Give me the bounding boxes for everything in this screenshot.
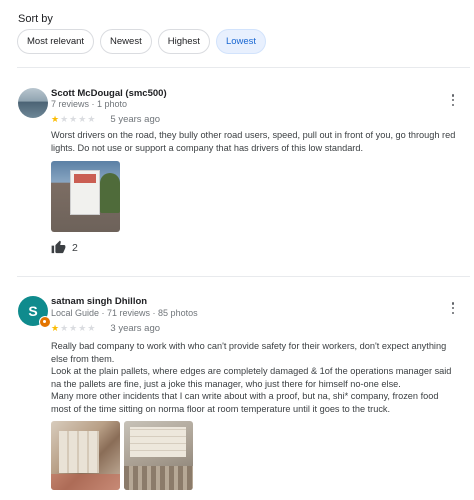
review-text: Really bad company to work with who can'… xyxy=(51,341,452,414)
like-count: 2 xyxy=(72,241,78,254)
review-photo[interactable] xyxy=(51,421,120,490)
rating-row: ★ ★ ★ ★ ★ 3 years ago xyxy=(51,322,160,334)
reviewer-name[interactable]: Scott McDougal (smc500) xyxy=(51,88,167,99)
review-card: Scott McDougal (smc500) 7 reviews · 1 ph… xyxy=(17,86,470,266)
star-icon: ★ xyxy=(51,323,60,333)
sort-chips: Most relevant Newest Highest Lowest xyxy=(17,29,267,54)
sort-highest-chip[interactable]: Highest xyxy=(157,29,210,54)
star-rating: ★ ★ ★ ★ ★ xyxy=(51,114,95,124)
star-icon: ★ xyxy=(69,323,78,333)
divider xyxy=(17,276,470,277)
local-guide-badge-icon xyxy=(39,316,51,328)
more-options-icon[interactable] xyxy=(448,301,458,315)
reviewer-meta: Local Guide · 71 reviews · 85 photos xyxy=(51,308,198,318)
reviewer-meta: 7 reviews · 1 photo xyxy=(51,99,128,109)
sort-newest-chip[interactable]: Newest xyxy=(100,29,152,54)
sort-label: Sort by xyxy=(18,13,53,25)
review-time: 5 years ago xyxy=(110,113,161,125)
sort-lowest-chip[interactable]: Lowest xyxy=(215,29,267,54)
star-icon: ★ xyxy=(60,114,69,124)
thumbs-up-icon xyxy=(51,240,66,254)
star-icon: ★ xyxy=(60,323,69,333)
sort-most-relevant-chip[interactable]: Most relevant xyxy=(17,29,95,54)
star-icon: ★ xyxy=(69,114,78,124)
star-icon: ★ xyxy=(87,114,96,124)
review-card: S satnam singh Dhillon Local Guide · 71 … xyxy=(17,294,470,500)
like-button[interactable]: 2 xyxy=(51,240,78,255)
more-options-icon[interactable] xyxy=(448,93,458,107)
review-photo[interactable] xyxy=(51,161,120,232)
star-icon: ★ xyxy=(78,323,87,333)
review-photo[interactable] xyxy=(124,421,193,490)
star-icon: ★ xyxy=(78,114,87,124)
review-text: Worst drivers on the road, they bully ot… xyxy=(51,130,456,153)
star-icon: ★ xyxy=(87,323,96,333)
reviewer-avatar[interactable] xyxy=(18,88,48,118)
star-icon: ★ xyxy=(51,114,60,124)
reviewer-avatar[interactable]: S xyxy=(18,296,51,328)
star-rating: ★ ★ ★ ★ ★ xyxy=(51,323,95,333)
reviewer-name[interactable]: satnam singh Dhillon xyxy=(51,296,147,307)
review-time: 3 years ago xyxy=(110,322,161,334)
rating-row: ★ ★ ★ ★ ★ 5 years ago xyxy=(51,113,160,125)
divider xyxy=(17,67,470,68)
